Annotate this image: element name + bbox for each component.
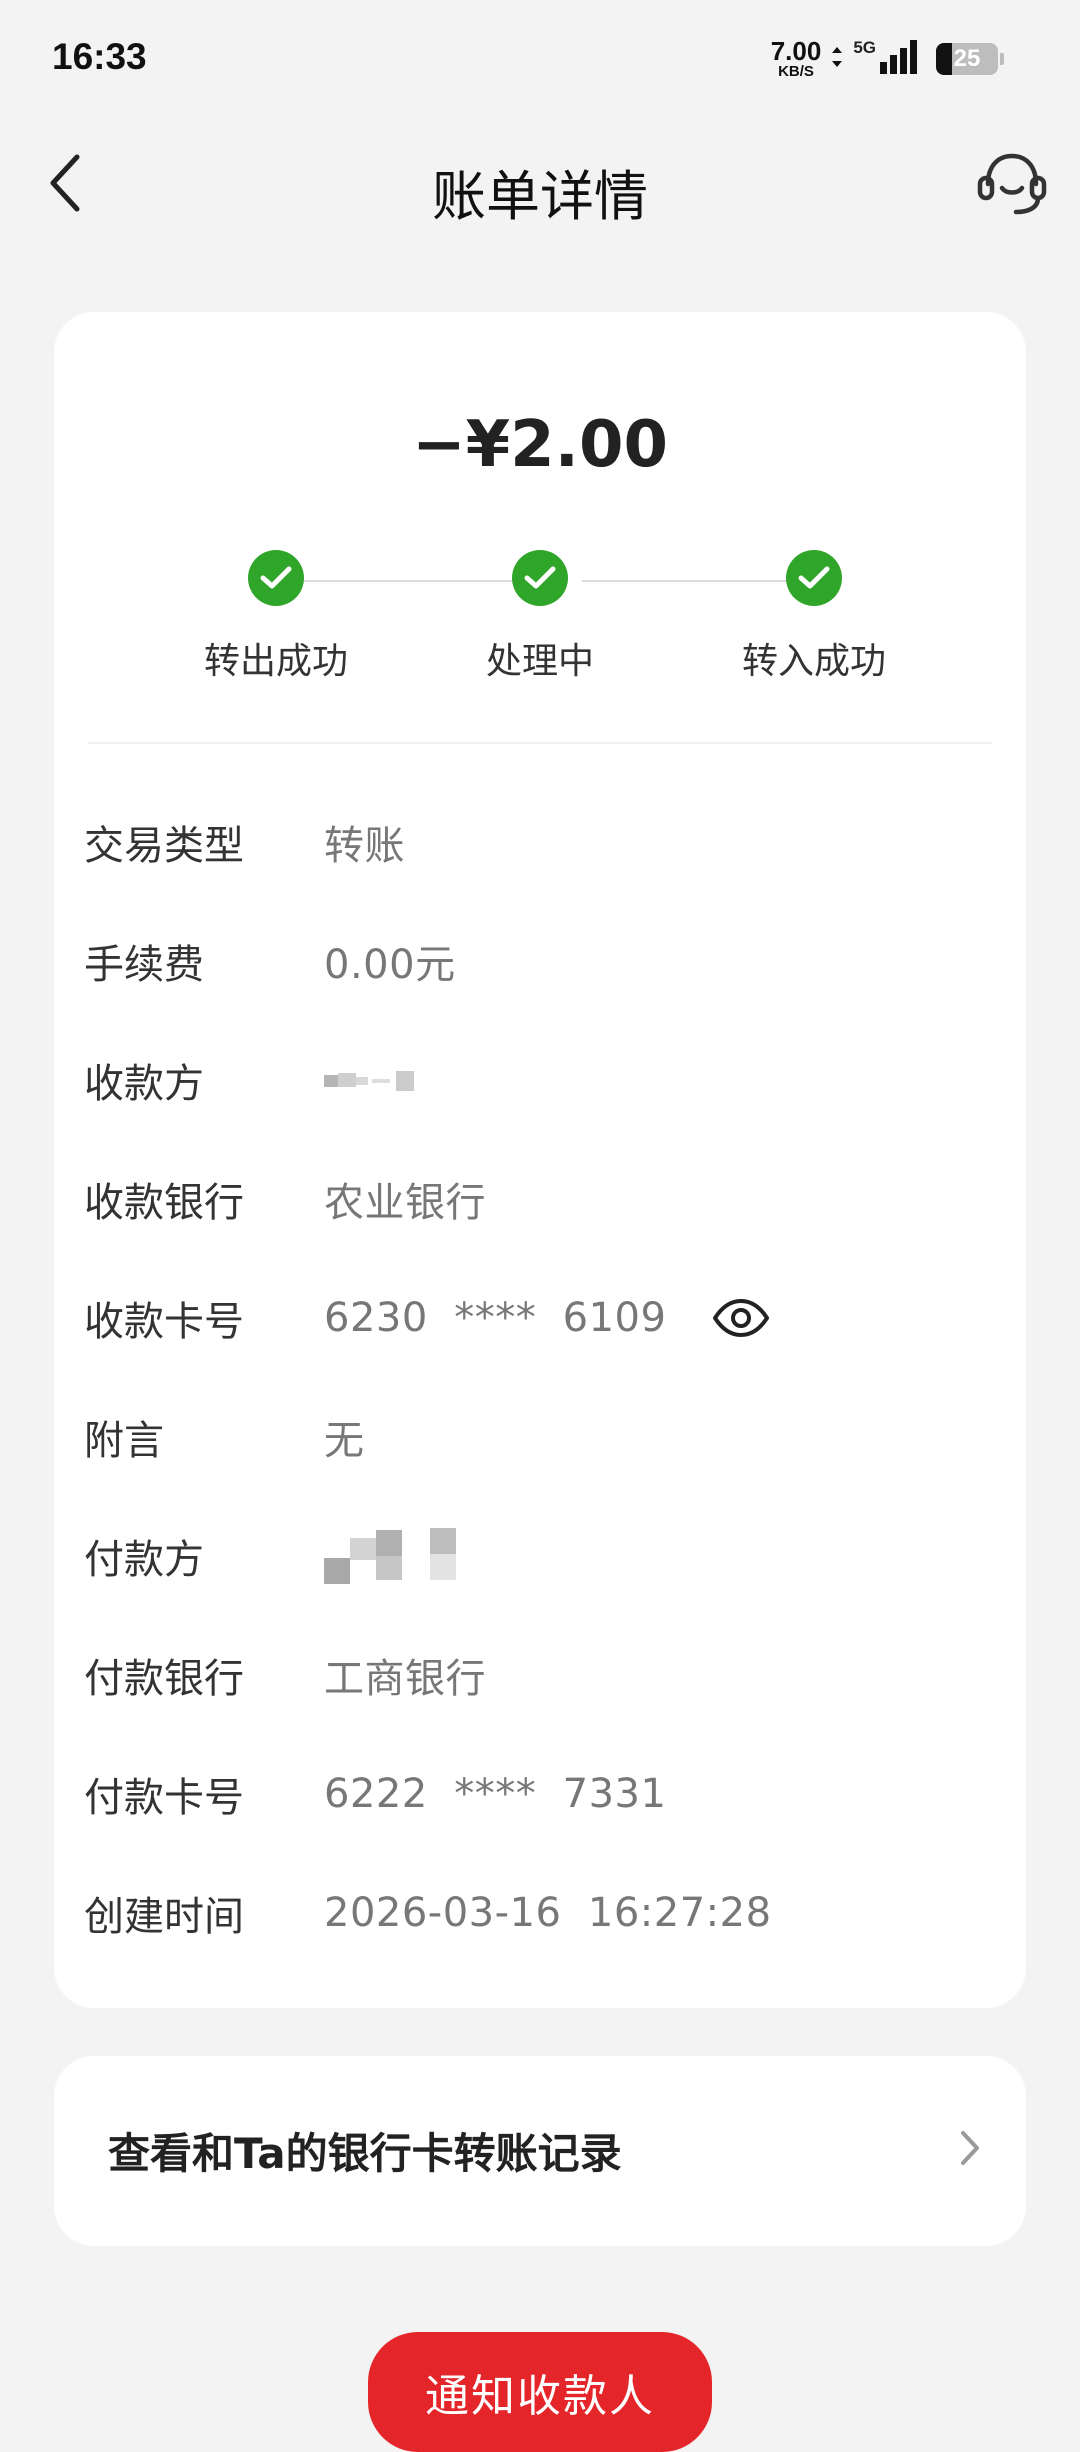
detail-row-payer: 付款方 [84, 1496, 996, 1615]
progress-step-label: 转出成功 [203, 641, 348, 682]
detail-value: 无 [324, 1417, 365, 1464]
detail-key: 创建时间 [84, 1893, 244, 1940]
network-speed-unit: KB/S [778, 63, 814, 80]
payer-name-redacted [324, 1524, 464, 1588]
transfer-records-link[interactable]: 查看和Ta的银行卡转账记录 [54, 2056, 1026, 2246]
transaction-amount: −¥2.00 [411, 408, 669, 482]
detail-key: 付款银行 [84, 1655, 244, 1702]
headset-icon [976, 150, 1048, 222]
detail-value: 0.00元 [324, 941, 456, 988]
data-arrows-icon [831, 46, 843, 72]
network-speed-value: 7.00 [770, 36, 822, 66]
status-bar: 16:33 7.00 KB/S 5G 25 [0, 0, 1080, 120]
signal-icon [880, 39, 920, 78]
detail-key: 付款卡号 [84, 1774, 244, 1821]
progress-step-processing: 处理中 [430, 550, 650, 684]
detail-list: 交易类型 转账 手续费 0.00元 收款方 收款银行 农业银行 收款卡号 623… [84, 782, 996, 1972]
battery-icon: 25 [936, 42, 998, 75]
header: 账单详情 [0, 130, 1080, 240]
detail-row-payer-bank: 付款银行 工商银行 [84, 1615, 996, 1734]
detail-row-remark: 附言 无 [84, 1377, 996, 1496]
chevron-right-icon [958, 2128, 982, 2172]
check-circle-icon [512, 550, 568, 606]
progress-step-label: 处理中 [485, 641, 594, 682]
detail-row-fee: 手续费 0.00元 [84, 901, 996, 1020]
detail-key: 收款卡号 [84, 1298, 244, 1345]
detail-row-payer-card: 付款卡号 6222 **** 7331 [84, 1734, 996, 1853]
transfer-progress: 转出成功 处理中 转入成功 [54, 550, 1026, 690]
detail-key: 手续费 [84, 941, 204, 988]
detail-value: 农业银行 [324, 1179, 486, 1226]
detail-row-transaction-type: 交易类型 转账 [84, 782, 996, 901]
bill-detail-card: −¥2.00 转出成功 处理中 转入成功 交易类型 转账 手续费 0.00元 收… [54, 312, 1026, 2008]
status-time: 16:33 [52, 36, 147, 77]
detail-row-payee-bank: 收款银行 农业银行 [84, 1139, 996, 1258]
customer-service-button[interactable] [974, 148, 1050, 224]
detail-key: 收款银行 [84, 1179, 244, 1226]
network-type: 5G [853, 38, 876, 57]
network-speed: 7.00 KB/S [771, 38, 822, 79]
transfer-records-label: 查看和Ta的银行卡转账记录 [108, 2129, 622, 2178]
show-card-number-button[interactable] [712, 1298, 770, 1338]
page-title: 账单详情 [432, 165, 648, 228]
check-circle-icon [248, 550, 304, 606]
divider [88, 742, 992, 744]
detail-row-payee: 收款方 [84, 1020, 996, 1139]
detail-value: 转账 [324, 822, 405, 869]
check-circle-icon [786, 550, 842, 606]
detail-value: 6230 **** 6109 [324, 1295, 770, 1341]
battery-tip [1000, 52, 1004, 65]
detail-value: 2026-03-16 16:27:28 [324, 1889, 772, 1936]
notify-payee-button[interactable]: 通知收款人 [368, 2332, 712, 2452]
progress-step-received: 转入成功 [704, 550, 924, 684]
detail-row-created-time: 创建时间 2026-03-16 16:27:28 [84, 1853, 996, 1972]
eye-icon [713, 1298, 770, 1337]
status-icons: 7.00 KB/S 5G 25 [771, 38, 1004, 79]
detail-key: 收款方 [84, 1060, 204, 1107]
detail-key: 交易类型 [84, 822, 244, 869]
battery-fill [936, 42, 952, 75]
detail-key: 付款方 [84, 1536, 204, 1583]
battery-level: 25 [953, 44, 981, 72]
payee-card-number: 6230 **** 6109 [324, 1294, 667, 1341]
detail-row-payee-card: 收款卡号 6230 **** 6109 [84, 1258, 996, 1377]
progress-step-sent: 转出成功 [166, 550, 386, 684]
detail-key: 附言 [84, 1417, 164, 1464]
detail-value: 工商银行 [324, 1655, 486, 1702]
detail-value: 6222 **** 7331 [324, 1770, 667, 1817]
progress-step-label: 转入成功 [741, 641, 886, 682]
payee-name-redacted [324, 1063, 464, 1097]
